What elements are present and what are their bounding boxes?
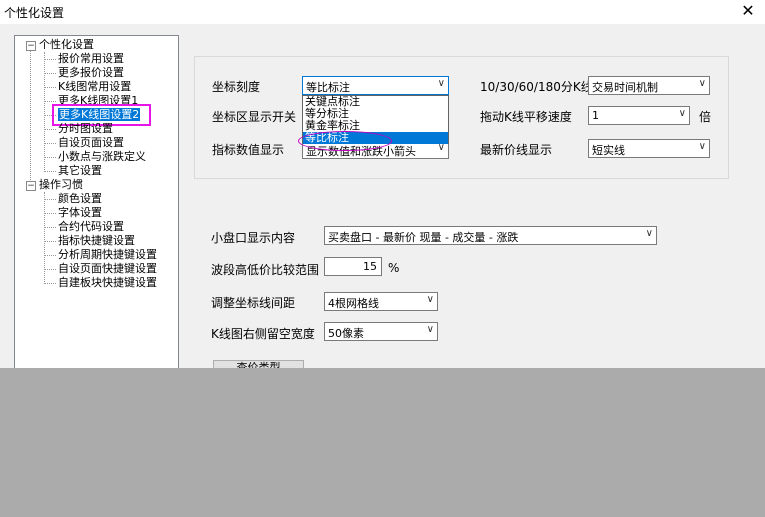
annotation-ellipse — [298, 131, 392, 151]
drag-speed-label: 拖动K线平移速度 — [480, 110, 572, 124]
latest-price-label: 最新价线显示 — [480, 143, 553, 157]
close-icon[interactable]: ✕ — [737, 1, 759, 21]
chevron-down-icon: ∨ — [678, 108, 686, 119]
tree-item-block-hotkey[interactable]: 自建板块快捷键设置 — [58, 276, 157, 290]
right-margin-select[interactable]: 50像素 ∨ — [324, 322, 438, 341]
chevron-down-icon: ∨ — [698, 78, 706, 89]
drag-speed-select[interactable]: 1 ∨ — [588, 106, 690, 125]
axis-tick-label: 坐标刻度 — [212, 80, 261, 94]
collapse-toggle-personal[interactable]: − — [26, 41, 36, 51]
drag-speed-unit: 倍 — [699, 110, 712, 124]
right-margin-label: K线图右侧留空宽度 — [211, 327, 315, 341]
indicator-value-label: 指标数值显示 — [212, 143, 285, 157]
grid-label: 调整坐标线间距 — [211, 296, 296, 310]
collapse-toggle-habits[interactable]: − — [26, 181, 36, 191]
tree-group-habits[interactable]: 操作习惯 — [39, 178, 83, 192]
tree-item-intraday[interactable]: 分时图设置 — [58, 122, 113, 136]
tree-item-decimal[interactable]: 小数点与涨跌定义 — [58, 150, 146, 164]
settings-window: 个性化设置 ✕ − 个性化设置 报价常用设置 更多报价设置 K线图常用设置 更多… — [0, 0, 765, 368]
tree-item-quote-common[interactable]: 报价常用设置 — [58, 52, 124, 66]
mini-panel-label: 小盘口显示内容 — [211, 231, 296, 245]
tree-item-contract-code[interactable]: 合约代码设置 — [58, 220, 124, 234]
mini-panel-select[interactable]: 买卖盘口 - 最新价 现量 - 成交量 - 涨跌 ∨ — [324, 226, 657, 245]
chevron-down-icon: ∨ — [426, 324, 434, 335]
settings-tree: − 个性化设置 报价常用设置 更多报价设置 K线图常用设置 更多K线图设置1 更… — [14, 35, 179, 368]
axis-tick-select[interactable]: 等比标注 ∨ — [302, 76, 449, 95]
tree-item-quote-more[interactable]: 更多报价设置 — [58, 66, 124, 80]
range-unit: % — [388, 261, 400, 275]
tree-item-kline-common[interactable]: K线图常用设置 — [58, 80, 131, 94]
chevron-down-icon: ∨ — [426, 294, 434, 305]
kline-minute-select[interactable]: 交易时间机制 ∨ — [588, 76, 710, 95]
window-title: 个性化设置 — [4, 6, 65, 20]
grid-select[interactable]: 4根网格线 ∨ — [324, 292, 438, 311]
range-label: 波段高低价比较范围 — [211, 263, 320, 277]
latest-price-select[interactable]: 短实线 ∨ — [588, 139, 710, 158]
axis-area-label: 坐标区显示开关 — [212, 110, 297, 124]
tree-item-page-hotkey[interactable]: 自设页面快捷键设置 — [58, 262, 157, 276]
title-bar: 个性化设置 ✕ — [0, 0, 765, 24]
price-type-button[interactable]: 查价类型 — [213, 360, 304, 368]
tree-item-other[interactable]: 其它设置 — [58, 164, 102, 178]
chevron-down-icon: ∨ — [645, 228, 653, 239]
tree-item-color[interactable]: 颜色设置 — [58, 192, 102, 206]
tree-item-period-hotkey[interactable]: 分析周期快捷键设置 — [58, 248, 157, 262]
range-input[interactable]: 15 — [324, 257, 382, 276]
chevron-down-icon: ∨ — [698, 141, 706, 152]
tree-group-personal[interactable]: 个性化设置 — [39, 38, 94, 52]
chevron-down-icon: ∨ — [437, 78, 445, 89]
tree-item-custom-page[interactable]: 自设页面设置 — [58, 136, 124, 150]
tree-item-indicator-hotkey[interactable]: 指标快捷键设置 — [58, 234, 135, 248]
tree-item-font[interactable]: 字体设置 — [58, 206, 102, 220]
kline-minute-label: 10/30/60/180分K线 — [480, 80, 593, 94]
